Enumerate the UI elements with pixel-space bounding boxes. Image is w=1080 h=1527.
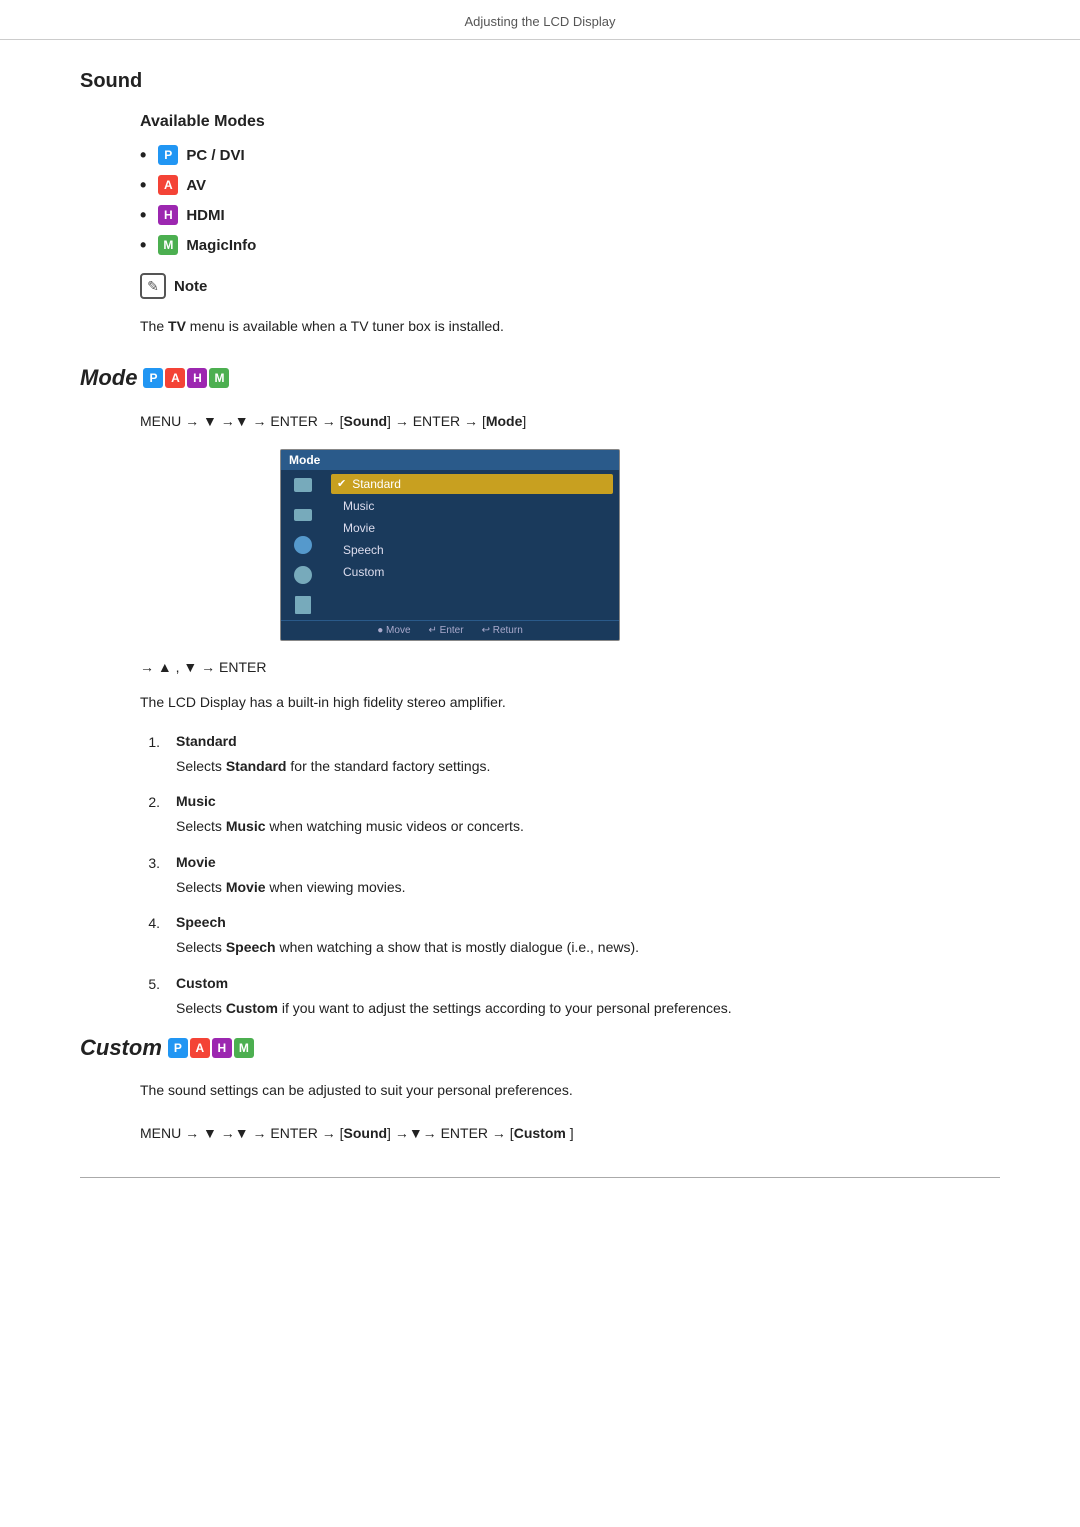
enter-instruction: → ▲ , ▼ → ENTER: [140, 659, 1000, 675]
menu-icon-1: [289, 474, 317, 496]
mode-heading-text: Mode: [80, 365, 137, 391]
badge-p: P: [158, 145, 178, 165]
mode-label: AV: [186, 177, 206, 194]
menu-icon-4: [289, 564, 317, 586]
sound-title: Sound: [80, 70, 1000, 93]
list-item: • A AV: [140, 175, 1000, 195]
menu-bar-bottom: ● Move ↵ Enter ↩ Return: [281, 620, 619, 640]
menu-item-music: Music: [331, 496, 613, 516]
mode-label: HDMI: [186, 207, 224, 224]
enter-label: ↵ Enter: [429, 625, 464, 636]
custom-section: Custom P A H M The sound settings can be…: [80, 1035, 1000, 1147]
badge-m-custom: M: [234, 1038, 254, 1058]
custom-description: The sound settings can be adjusted to su…: [140, 1079, 1000, 1101]
badge-h: H: [158, 205, 178, 225]
list-item: 3. Movie Selects Movie when viewing movi…: [140, 854, 1000, 898]
custom-heading: Custom P A H M: [80, 1035, 1000, 1061]
menu-item-standard: ✔ Standard: [331, 474, 613, 494]
list-item: • M MagicInfo: [140, 235, 1000, 255]
item-title-standard: Standard: [176, 733, 1000, 749]
mode-nav-text: MENU → ▼ →▼ → ENTER → [Sound] → ENTER → …: [140, 409, 1000, 434]
list-item: • H HDMI: [140, 205, 1000, 225]
badge-h-custom: H: [212, 1038, 232, 1058]
list-item: • P PC / DVI: [140, 145, 1000, 165]
menu-item-speech: Speech: [331, 540, 613, 560]
item-title-custom: Custom: [176, 975, 1000, 991]
item-desc-custom: Selects Custom if you want to adjust the…: [176, 997, 1000, 1019]
badge-a: A: [158, 175, 178, 195]
badge-p-mode: P: [143, 368, 163, 388]
menu-icon-3: [289, 534, 317, 556]
item-title-music: Music: [176, 793, 1000, 809]
item-desc-standard: Selects Standard for the standard factor…: [176, 755, 1000, 777]
modes-list: • P PC / DVI • A AV • H HDMI • M MagicIn…: [140, 145, 1000, 255]
list-item: 5. Custom Selects Custom if you want to …: [140, 975, 1000, 1019]
move-label: ● Move: [377, 625, 410, 636]
note-box: ✎ Note: [140, 273, 1000, 299]
menu-title-bar: Mode: [281, 450, 619, 470]
menu-icon-2: [289, 504, 317, 526]
badge-a-mode: A: [165, 368, 185, 388]
badge-a-custom: A: [190, 1038, 210, 1058]
menu-screenshot: Mode: [280, 449, 620, 641]
badge-m-mode: M: [209, 368, 229, 388]
sound-section: Sound Available Modes • P PC / DVI • A A…: [80, 70, 1000, 337]
item-desc-movie: Selects Movie when viewing movies.: [176, 876, 1000, 898]
menu-icon-5: [289, 594, 317, 616]
mode-description: The LCD Display has a built-in high fide…: [140, 691, 1000, 713]
item-desc-music: Selects Music when watching music videos…: [176, 815, 1000, 837]
page-header: Adjusting the LCD Display: [0, 0, 1080, 40]
badge-h-mode: H: [187, 368, 207, 388]
note-text: The TV menu is available when a TV tuner…: [140, 315, 1000, 337]
mode-label: MagicInfo: [186, 237, 256, 254]
badge-m: M: [158, 235, 178, 255]
list-item: 2. Music Selects Music when watching mus…: [140, 793, 1000, 837]
menu-item-movie: Movie: [331, 518, 613, 538]
mode-label: PC / DVI: [186, 147, 244, 164]
menu-items-list: ✔ Standard Music Movie Speech Custom: [325, 470, 619, 620]
mode-section: Mode P A H M MENU → ▼ →▼ → ENTER → [Soun…: [80, 365, 1000, 1019]
return-label: ↩ Return: [482, 625, 523, 636]
list-item: 4. Speech Selects Speech when watching a…: [140, 914, 1000, 958]
custom-heading-text: Custom: [80, 1035, 162, 1061]
custom-nav-text: MENU → ▼ →▼ → ENTER → [Sound] →▼→ ENTER …: [140, 1121, 1000, 1146]
badge-p-custom: P: [168, 1038, 188, 1058]
item-title-speech: Speech: [176, 914, 1000, 930]
custom-badge-group: P A H M: [168, 1038, 254, 1058]
bottom-rule: [80, 1177, 1000, 1178]
mode-heading: Mode P A H M: [80, 365, 1000, 391]
note-icon: ✎: [140, 273, 166, 299]
item-title-movie: Movie: [176, 854, 1000, 870]
item-desc-speech: Selects Speech when watching a show that…: [176, 936, 1000, 958]
list-item: 1. Standard Selects Standard for the sta…: [140, 733, 1000, 777]
available-modes-title: Available Modes: [140, 113, 1000, 131]
menu-icons: [281, 470, 325, 620]
mode-numbered-list: 1. Standard Selects Standard for the sta…: [140, 733, 1000, 1019]
note-label: Note: [174, 278, 207, 295]
mode-badge-group: P A H M: [143, 368, 229, 388]
menu-item-custom: Custom: [331, 562, 613, 582]
